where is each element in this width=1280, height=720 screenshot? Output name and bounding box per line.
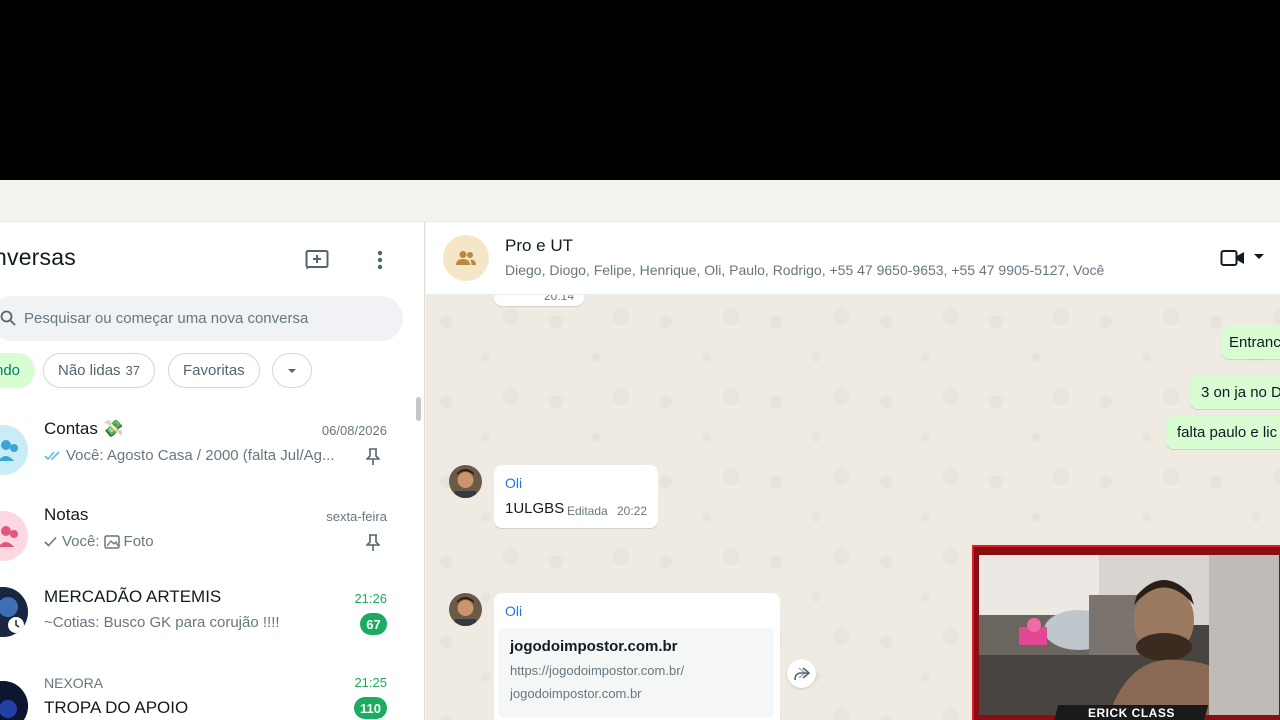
message-sender: Oli — [505, 475, 523, 491]
chat-name: TROPA DO APOIO — [44, 698, 189, 717]
scrollbar-thumb[interactable] — [416, 397, 421, 421]
chat-item-tropa-do-apoio[interactable]: NEXORA TROPA DO APOIO 21:25 110 — [0, 663, 410, 720]
streamer-name-label: ERICK CLASS — [1053, 705, 1209, 720]
filter-chip-label: Não lidas — [58, 362, 121, 379]
panel-title: nversas — [0, 244, 76, 270]
chat-time: 06/08/2026 — [321, 423, 387, 438]
chat-preview-text: Foto — [123, 533, 154, 550]
video-call-icon[interactable] — [1220, 247, 1246, 269]
chevron-down-icon — [288, 368, 296, 373]
search-icon — [0, 310, 16, 326]
sender-avatar[interactable] — [449, 465, 482, 498]
message-text: falta paulo e lic — [1177, 424, 1278, 441]
conversation-title: Pro e UT — [505, 236, 574, 255]
chat-name: Contas 💸 — [44, 419, 124, 438]
streamer-name: ERICK CLASS — [1087, 706, 1175, 720]
chat-list-panel: nversas ndo Não lidas 37 Favoritas — [0, 222, 425, 720]
filter-chip-all[interactable]: ndo — [0, 353, 36, 388]
link-preview-card[interactable]: jogodoimpostor.com.br https://jogodoimpo… — [498, 628, 774, 718]
filter-chip-label: Favoritas — [183, 362, 245, 379]
webcam-overlay: ERICK CLASS — [972, 545, 1280, 720]
forward-icon — [793, 666, 810, 680]
unread-badge: 110 — [354, 697, 387, 719]
group-avatar — [0, 511, 28, 561]
chat-preview: ~Cotias: Busco GK para corujão !!!! — [44, 614, 354, 631]
unread-badge: 67 — [360, 613, 387, 635]
chat-community-label: NEXORA — [44, 675, 104, 691]
chat-preview: Você: Foto — [44, 533, 354, 550]
contact-avatar — [0, 587, 28, 637]
search-input[interactable] — [24, 296, 384, 341]
double-check-icon — [44, 451, 60, 461]
message-edited-label: Editada — [567, 504, 608, 518]
message-bubble-outgoing[interactable]: 3 on ja no D — [1190, 376, 1280, 409]
chat-time: 21:25 — [354, 675, 387, 690]
chat-preview-sender: Você: — [62, 533, 100, 550]
filter-chip-label: ndo — [0, 362, 21, 379]
chat-name: Notas — [44, 505, 89, 524]
window-top-strip — [0, 180, 1280, 222]
pin-icon — [366, 448, 380, 465]
photo-icon — [103, 534, 120, 549]
message-bubble-outgoing[interactable]: falta paulo e lic — [1166, 416, 1280, 449]
unread-count: 37 — [125, 363, 141, 378]
message-bubble-incoming[interactable]: Oli 1ULGBS Editada 20:22 — [494, 465, 658, 528]
webcam-video — [979, 555, 1279, 715]
chat-preview-text: ~Cotias: Busco GK para corujão !!!! — [44, 614, 280, 631]
check-icon — [44, 536, 57, 547]
group-avatar[interactable] — [443, 235, 489, 281]
link-url: https://jogodoimpostor.com.br/ — [510, 663, 685, 678]
link-domain: jogodoimpostor.com.br — [510, 686, 642, 701]
letterbox-bar — [0, 0, 1280, 180]
message-text: 3 on ja no D — [1201, 384, 1280, 401]
chat-time: sexta-feira — [326, 509, 387, 524]
conversation-header[interactable]: Pro e UT Diego, Diogo, Felipe, Henrique,… — [426, 222, 1280, 295]
chat-preview: Você: Agosto Casa / 2000 (falta Jul/Ag..… — [44, 447, 354, 464]
new-chat-icon[interactable] — [305, 248, 330, 270]
group-avatar — [0, 425, 28, 475]
sender-avatar[interactable] — [449, 593, 482, 626]
filter-chip-favorites[interactable]: Favoritas — [168, 353, 260, 388]
group-icon — [456, 251, 476, 265]
contact-avatar — [0, 681, 28, 720]
chevron-down-icon[interactable] — [1254, 253, 1264, 261]
message-text: 1ULGBS — [505, 500, 565, 517]
pin-icon — [366, 534, 380, 551]
message-bubble-incoming[interactable]: Oli jogodoimpostor.com.br https://jogodo… — [494, 593, 780, 720]
message-text: Entranc — [1229, 334, 1280, 351]
menu-icon[interactable] — [372, 248, 388, 272]
chat-preview-text: Você: Agosto Casa / 2000 (falta Jul/Ag..… — [66, 447, 335, 464]
message-sender: Oli — [505, 603, 523, 619]
search-bar — [0, 296, 403, 341]
chat-name: MERCADÃO ARTEMIS — [44, 587, 222, 606]
link-title: jogodoimpostor.com.br — [510, 638, 678, 655]
chat-time: 21:26 — [354, 591, 387, 606]
chat-item-notas[interactable]: Notas sexta-feira Você: Foto — [0, 491, 410, 577]
chat-item-contas[interactable]: Contas 💸 06/08/2026 Você: Agosto Casa / … — [0, 405, 410, 491]
group-members: Diego, Diogo, Felipe, Henrique, Oli, Pau… — [505, 262, 1105, 278]
message-time: 20:22 — [617, 504, 648, 518]
filter-chip-unread[interactable]: Não lidas 37 — [43, 353, 156, 388]
filter-more-button[interactable] — [272, 353, 312, 388]
forward-button[interactable] — [787, 659, 816, 688]
message-bubble-outgoing[interactable]: Entranc — [1221, 326, 1280, 359]
chat-item-mercadao-artemis[interactable]: MERCADÃO ARTEMIS 21:26 ~Cotias: Busco GK… — [0, 577, 410, 663]
